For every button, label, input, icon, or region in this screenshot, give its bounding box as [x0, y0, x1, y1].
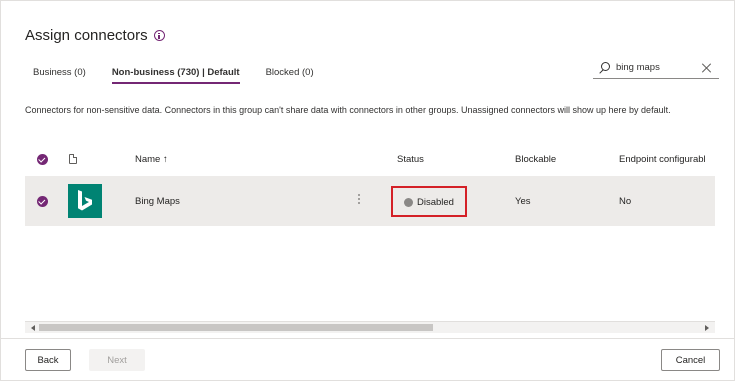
document-icon	[69, 154, 77, 164]
tab-non-business[interactable]: Non-business (730) | Default	[111, 67, 240, 84]
select-all-checkbox[interactable]	[37, 154, 48, 165]
column-header-status[interactable]: Status	[397, 154, 424, 165]
tab-blocked[interactable]: Blocked (0)	[266, 67, 314, 84]
footer-divider	[1, 338, 735, 339]
status-badge: Disabled	[417, 197, 454, 208]
column-header-blockable[interactable]: Blockable	[515, 154, 556, 165]
bing-logo	[68, 184, 102, 218]
search-input[interactable]: bing maps	[616, 62, 701, 73]
search-box[interactable]: bing maps	[593, 57, 719, 79]
search-icon	[597, 61, 611, 75]
status-highlight: Disabled	[391, 186, 467, 217]
connector-name[interactable]: Bing Maps	[135, 196, 180, 207]
scroll-right-icon[interactable]	[705, 325, 709, 331]
status-dot-icon	[404, 198, 413, 207]
blockable-value: Yes	[515, 196, 531, 207]
close-icon[interactable]	[701, 62, 713, 74]
horizontal-scrollbar[interactable]	[25, 321, 715, 333]
row-select-checkbox[interactable]	[37, 196, 48, 207]
group-description: Connectors for non-sensitive data. Conne…	[25, 105, 671, 115]
info-icon[interactable]	[153, 30, 165, 41]
assign-connectors-panel: Assign connectors Business (0) Non-busin…	[0, 0, 735, 381]
page-title-text: Assign connectors	[25, 27, 148, 44]
scrollbar-thumb[interactable]	[39, 324, 433, 331]
cancel-button[interactable]: Cancel	[661, 349, 720, 371]
endpoint-configurable-value: No	[619, 196, 632, 207]
table-header: Name ↑ Status Blockable Endpoint configu…	[25, 146, 715, 174]
next-button[interactable]: Next	[89, 349, 145, 371]
more-options-icon[interactable]	[357, 194, 361, 208]
column-header-name[interactable]: Name ↑	[135, 154, 168, 165]
scroll-left-icon[interactable]	[31, 325, 35, 331]
tab-business[interactable]: Business (0)	[33, 67, 86, 84]
back-button[interactable]: Back	[25, 349, 71, 371]
column-header-endpoint-configurable[interactable]: Endpoint configurabl	[619, 154, 715, 165]
tab-bar: Business (0) Non-business (730) | Defaul…	[33, 67, 340, 84]
page-title: Assign connectors	[25, 27, 165, 44]
table-row[interactable]: Bing Maps Disabled Yes No	[25, 176, 715, 226]
